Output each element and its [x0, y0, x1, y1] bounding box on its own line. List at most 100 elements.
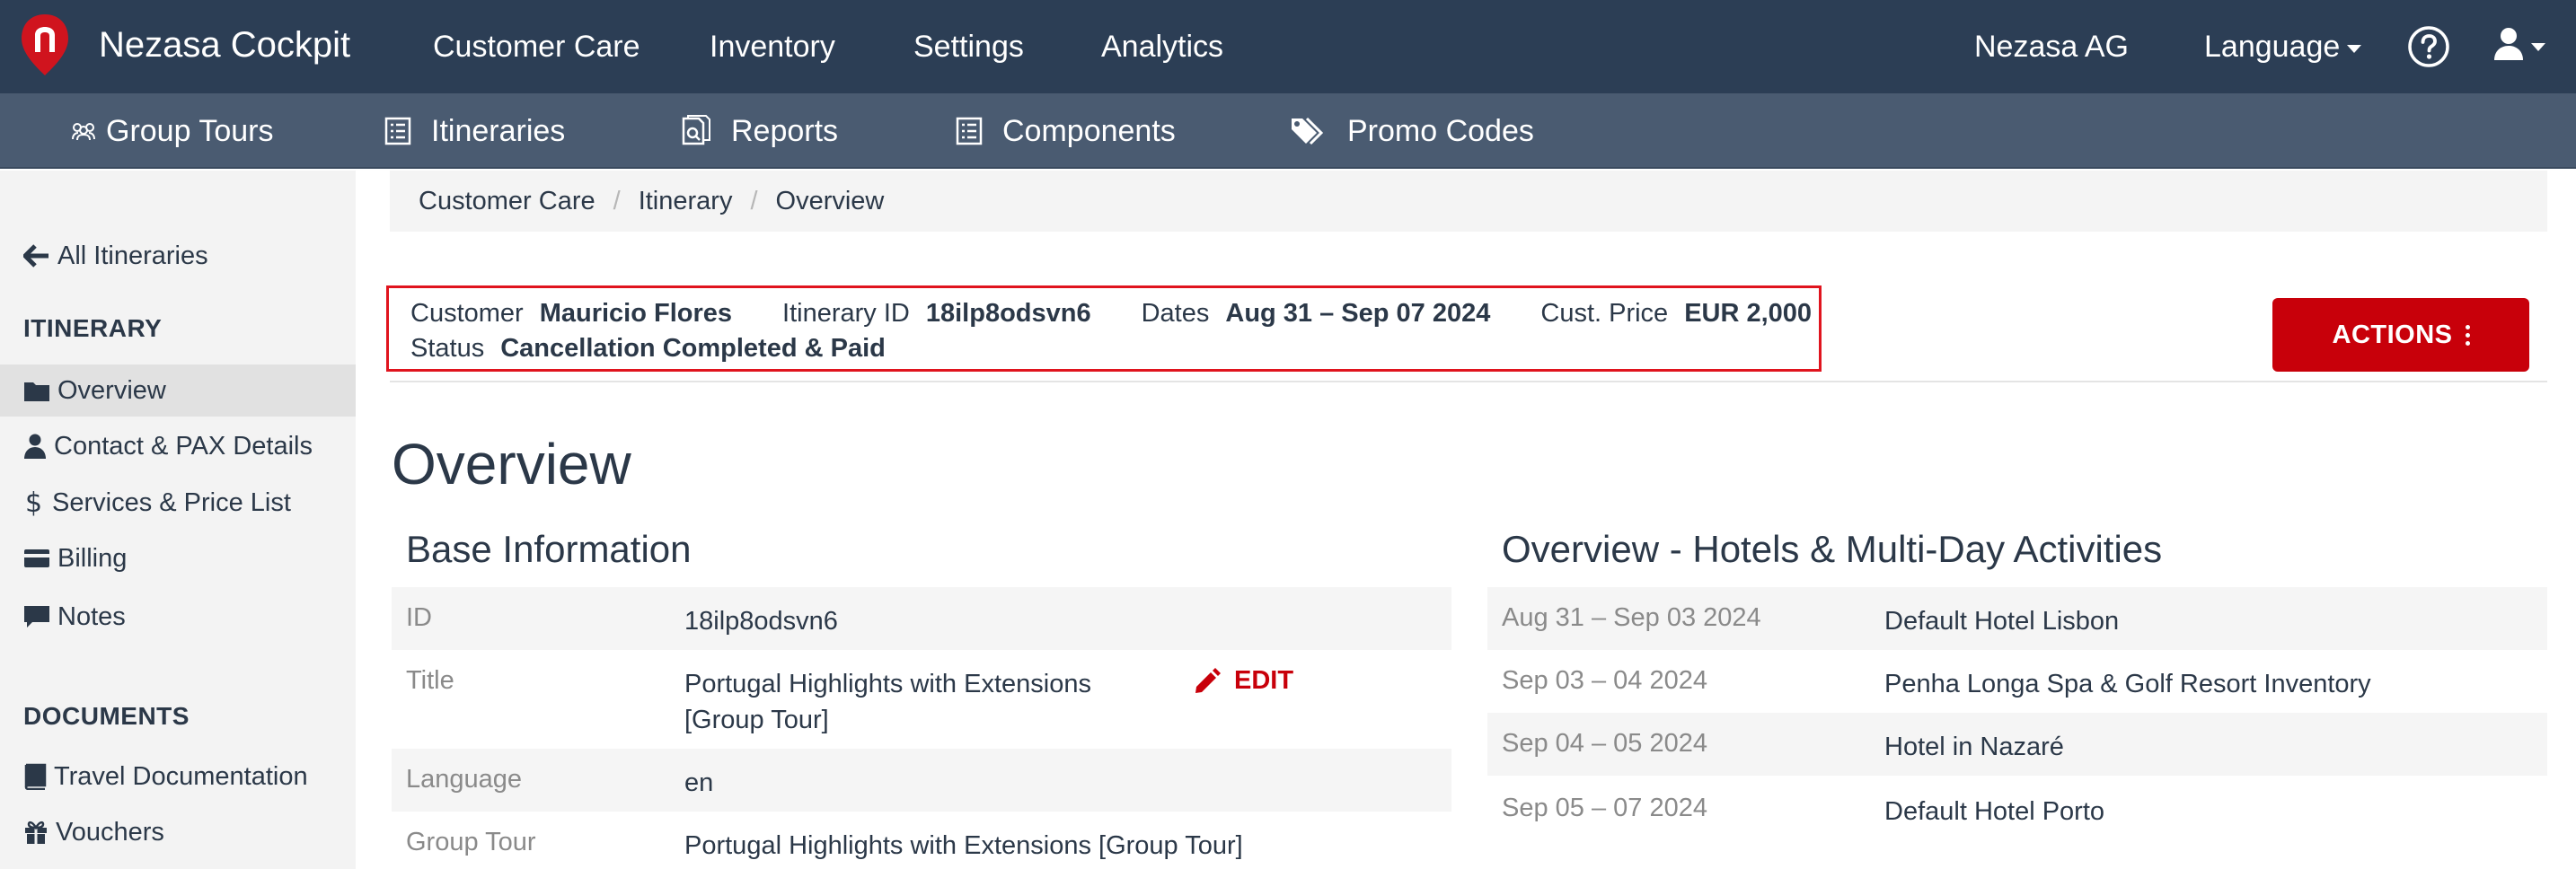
- dates-label: Dates: [1141, 299, 1210, 328]
- subnav-itineraries[interactable]: Itineraries: [384, 111, 565, 151]
- table-row: Group Tour Portugal Highlights with Exte…: [392, 812, 1451, 869]
- status-value: Cancellation Completed & Paid: [500, 334, 886, 363]
- breadcrumb-customer-care[interactable]: Customer Care: [419, 187, 595, 215]
- sidebar-item-notes[interactable]: Notes: [0, 591, 356, 643]
- arrow-left-icon: [23, 244, 49, 268]
- nav-settings[interactable]: Settings: [913, 23, 1024, 70]
- actions-button[interactable]: ACTIONS: [2272, 298, 2529, 372]
- documents-heading: DOCUMENTS: [23, 702, 190, 730]
- sidebar-item-label: Travel Documentation: [54, 761, 308, 791]
- sidebar: All Itineraries ITINERARY Overview Conta…: [0, 171, 356, 869]
- sidebar-item-label: Notes: [57, 601, 126, 631]
- gift-icon: [25, 821, 47, 844]
- table-row: Language en: [392, 749, 1451, 812]
- language-label: Language: [2204, 30, 2341, 64]
- pencil-icon: [1195, 667, 1221, 693]
- company-name[interactable]: Nezasa AG: [1974, 23, 2129, 70]
- users-icon: [72, 123, 95, 141]
- title-line-2: [Group Tour]: [684, 706, 829, 734]
- divider: [390, 381, 2547, 382]
- sub-navbar: Group Tours Itineraries Reports Componen…: [0, 93, 2576, 169]
- sidebar-item-label: Vouchers: [56, 817, 164, 847]
- subnav-promo-codes[interactable]: Promo Codes: [1290, 111, 1534, 151]
- subnav-label: Itineraries: [431, 114, 566, 148]
- app-title[interactable]: Nezasa Cockpit: [99, 20, 350, 70]
- sidebar-item-services-price-list[interactable]: $ Services & Price List: [0, 477, 356, 529]
- help-icon[interactable]: [2407, 25, 2450, 68]
- folder-icon: [24, 382, 49, 401]
- hotel-name: Default Hotel Lisbon: [1884, 607, 2120, 636]
- table-row: ID 18ilp8odsvn6: [392, 587, 1451, 650]
- chevron-down-icon[interactable]: [2531, 43, 2545, 51]
- row-label: Language: [406, 765, 523, 794]
- sidebar-item-contact-pax[interactable]: Contact & PAX Details: [0, 420, 356, 472]
- sidebar-item-vouchers[interactable]: Vouchers: [0, 806, 356, 858]
- top-navbar: Nezasa Cockpit Customer Care Inventory S…: [0, 0, 2576, 93]
- customer-value: Mauricio Flores: [539, 299, 733, 328]
- hotel-dates: Sep 04 – 05 2024: [1502, 729, 1707, 758]
- hotel-name: Penha Longa Spa & Golf Resort Inventory: [1884, 670, 2371, 698]
- actions-label: ACTIONS: [2332, 320, 2453, 349]
- row-value: Portugal Highlights with Extensions [Gro…: [684, 666, 1091, 738]
- price-value: EUR 2,000: [1684, 299, 1813, 328]
- list-icon: [384, 117, 411, 145]
- hotel-name: Hotel in Nazaré: [1884, 733, 2064, 761]
- table-row: Sep 04 – 05 2024 Hotel in Nazaré: [1487, 713, 2547, 776]
- row-value: 18ilp8odsvn6: [684, 607, 838, 636]
- list-icon: [956, 117, 983, 145]
- hotel-name: Default Hotel Porto: [1884, 797, 2105, 826]
- sidebar-item-overview[interactable]: Overview: [0, 364, 356, 417]
- breadcrumb: Customer Care / Itinerary / Overview: [390, 171, 2547, 232]
- nezasa-logo-icon[interactable]: [18, 13, 72, 77]
- subnav-label: Group Tours: [106, 114, 274, 148]
- book-icon: [24, 763, 47, 790]
- sidebar-item-label: Contact & PAX Details: [54, 431, 313, 461]
- subnav-components[interactable]: Components: [956, 111, 1176, 151]
- itinerary-summary: Customer Mauricio Flores Itinerary ID 18ilp…: [386, 285, 1822, 372]
- sidebar-item-label: All Itineraries: [57, 241, 208, 270]
- sidebar-item-travel-documentation[interactable]: Travel Documentation: [0, 750, 356, 803]
- dollar-icon: $: [25, 488, 42, 517]
- group-tour-link[interactable]: Portugal Highlights with Extensions [Gro…: [684, 828, 1243, 864]
- table-row: Aug 31 – Sep 03 2024 Default Hotel Lisbo…: [1487, 587, 2547, 650]
- subnav-group-tours[interactable]: Group Tours: [70, 111, 273, 151]
- row-label: Group Tour: [406, 828, 536, 856]
- table-row: Sep 05 – 07 2024 Default Hotel Porto: [1487, 777, 2547, 840]
- ellipsis-vertical-icon: [2465, 324, 2470, 346]
- itinerary-id-value: 18ilp8odsvn6: [925, 299, 1091, 328]
- price-label: Cust. Price: [1540, 299, 1669, 328]
- edit-title-button[interactable]: EDIT: [1193, 666, 1293, 696]
- language-dropdown[interactable]: Language: [2204, 23, 2362, 70]
- sidebar-item-label: Billing: [57, 543, 128, 573]
- itinerary-heading: ITINERARY: [23, 314, 163, 342]
- subnav-label: Promo Codes: [1347, 114, 1534, 148]
- row-label: ID: [406, 603, 432, 632]
- user-icon[interactable]: [2493, 27, 2524, 61]
- hotels-overview-title: Overview - Hotels & Multi-Day Activities: [1502, 528, 2163, 570]
- status-label: Status: [410, 334, 485, 363]
- table-row: Sep 03 – 04 2024 Penha Longa Spa & Golf …: [1487, 650, 2547, 713]
- subnav-reports[interactable]: Reports: [681, 111, 838, 151]
- itinerary-id-label: Itinerary ID: [782, 299, 910, 328]
- dates-value: Aug 31 – Sep 07 2024: [1225, 299, 1491, 328]
- nav-inventory[interactable]: Inventory: [710, 23, 835, 70]
- row-value: en: [684, 768, 714, 797]
- page-title: Overview: [392, 432, 631, 496]
- chevron-down-icon: [2347, 44, 2362, 53]
- table-row: Title Portugal Highlights with Extension…: [392, 650, 1451, 736]
- back-to-itineraries-link[interactable]: All Itineraries: [0, 230, 356, 282]
- svg-text:$: $: [25, 488, 42, 517]
- credit-card-icon: [24, 549, 49, 567]
- nav-analytics[interactable]: Analytics: [1101, 23, 1223, 70]
- reports-icon: [682, 115, 710, 145]
- edit-label: EDIT: [1234, 666, 1294, 695]
- row-label: Title: [406, 666, 454, 695]
- user-icon: [24, 434, 46, 459]
- nav-customer-care[interactable]: Customer Care: [433, 23, 640, 70]
- customer-label: Customer: [410, 299, 524, 328]
- sidebar-item-billing[interactable]: Billing: [0, 532, 356, 584]
- subnav-label: Components: [1002, 114, 1176, 148]
- hotel-dates: Aug 31 – Sep 03 2024: [1502, 603, 1761, 632]
- breadcrumb-itinerary[interactable]: Itinerary: [639, 187, 733, 215]
- hotel-dates: Sep 03 – 04 2024: [1502, 666, 1707, 695]
